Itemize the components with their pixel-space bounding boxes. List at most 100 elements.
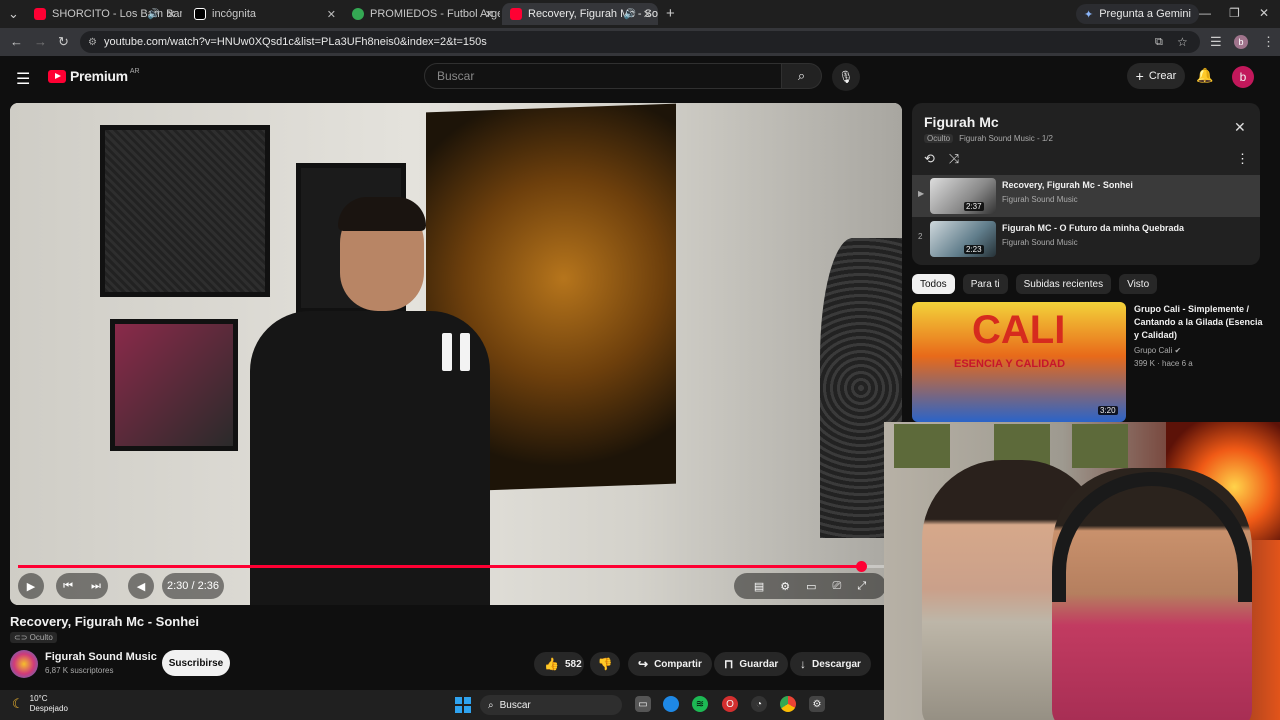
time-display: 2:30 / 2:36 (162, 573, 224, 599)
address-bar[interactable]: ⚙ youtube.com/watch?v=HNUw0XQsd1c&list=P… (80, 31, 1200, 53)
browser-menu-icon[interactable]: ⋮ (1262, 34, 1275, 50)
close-window-icon[interactable]: ✕ (1259, 6, 1269, 20)
search-button[interactable]: ⌕ (782, 63, 822, 89)
like-count: 582 (564, 658, 582, 670)
browser-tab-2[interactable]: incógnita ✕ (186, 3, 342, 25)
playlist-title[interactable]: Figurah Mc (924, 114, 999, 130)
cast-icon[interactable]: ⎚ (833, 580, 842, 593)
close-playlist-icon[interactable]: ✕ (1234, 119, 1246, 136)
settings-gear-icon[interactable]: ⚙ (780, 580, 790, 593)
back-icon[interactable]: ← (10, 34, 23, 49)
share-button[interactable]: ↪ Compartir (628, 652, 712, 676)
profile-avatar[interactable]: b (1234, 35, 1248, 49)
create-label: Crear (1148, 70, 1177, 82)
app-icon[interactable]: ◔ (751, 696, 767, 712)
browser-toolbar: ← → ↻ ⚙ youtube.com/watch?v=HNUw0XQsd1c&… (0, 28, 1280, 56)
recommendation-channel[interactable]: Grupo Cali ✔ (1134, 346, 1181, 355)
loop-icon[interactable]: ⟲ (924, 151, 935, 167)
create-button[interactable]: + Crear (1127, 63, 1185, 89)
download-button[interactable]: ↓ Descargar (790, 652, 871, 676)
windows-start-icon[interactable] (455, 697, 471, 713)
youtube-logo[interactable]: Premium AR (48, 68, 140, 84)
opera-icon[interactable]: O (722, 696, 738, 712)
edge-icon[interactable] (663, 696, 679, 712)
taskbar-search[interactable]: ⌕ Buscar (480, 695, 622, 715)
search-input[interactable]: Buscar (424, 63, 782, 89)
playlist-item[interactable]: 2 2:23 Figurah MC - O Futuro da minha Qu… (912, 218, 1260, 260)
thumbs-down-icon: 👎 (597, 657, 613, 671)
restore-icon[interactable]: ❐ (1229, 6, 1240, 20)
plus-icon: + (1135, 68, 1144, 84)
tab-list-icon[interactable]: ⌄ (8, 6, 19, 22)
save-button[interactable]: ⊓ Guardar (714, 652, 789, 676)
weather-widget[interactable]: ☾ 10°C Despejado (12, 694, 68, 714)
recommendation-title[interactable]: Grupo Cali - Simplemente / Cantando a la… (1134, 303, 1268, 342)
close-tab-icon[interactable]: ✕ (167, 8, 176, 21)
progress-bar[interactable] (18, 561, 894, 572)
browser-tab-4-active[interactable]: Recovery, Figurah Mc - Son 🔊 ✕ (502, 3, 658, 25)
recommendation-meta: 399 K · hace 6 a (1134, 359, 1193, 368)
playlist-item-index: 2 (918, 232, 923, 241)
like-button[interactable]: 👍 582 (534, 652, 584, 676)
gemini-button[interactable]: ✦ Pregunta a Gemini (1076, 4, 1199, 24)
new-tab-icon[interactable]: + (666, 5, 675, 22)
channel-avatar[interactable] (10, 650, 38, 678)
chip-todos[interactable]: Todos (912, 274, 955, 294)
voice-search-button[interactable]: 🎙 (832, 63, 860, 91)
browser-tab-1[interactable]: SHORCITO - Los Bam Band 🔊 ✕ (26, 3, 182, 25)
audio-icon[interactable]: 🔊 (148, 9, 160, 20)
playlist-owner-position: Figurah Sound Music - 1/2 (959, 134, 1053, 143)
chip-subidas-recientes[interactable]: Subidas recientes (1015, 274, 1112, 294)
reading-list-icon[interactable]: ☰ (1210, 34, 1222, 50)
reload-icon[interactable]: ↻ (58, 34, 69, 50)
chrome-icon[interactable] (780, 696, 796, 712)
close-tab-icon[interactable]: ✕ (327, 8, 336, 21)
video-player[interactable]: ▶ ⏮ ⏭ ◀ 2:30 / 2:36 ▤ ⚙ ▭ ⎚ ⤢ (10, 103, 902, 605)
subscriber-count: 6,87 K suscriptores (45, 666, 114, 675)
miniplayer-icon[interactable]: ▭ (806, 580, 816, 593)
playlist-item[interactable]: ▶ 2:37 Recovery, Figurah Mc - Sonhei Fig… (912, 175, 1260, 217)
video-title: Recovery, Figurah Mc - Sonhei (10, 614, 200, 629)
pause-overlay-icon[interactable] (442, 333, 472, 371)
bookmark-star-icon[interactable]: ☆ (1177, 35, 1188, 49)
settings-gear-icon[interactable]: ⚙ (809, 696, 825, 712)
subtitles-icon[interactable]: ▤ (754, 580, 764, 593)
close-tab-icon[interactable]: ✕ (485, 8, 494, 21)
chip-visto[interactable]: Visto (1119, 274, 1158, 294)
playlist-subtitle: Oculto Figurah Sound Music - 1/2 (924, 134, 1053, 143)
forward-icon[interactable]: → (34, 34, 47, 49)
fullscreen-icon[interactable]: ⤢ (857, 580, 866, 593)
youtube-play-icon (48, 69, 66, 83)
windows-taskbar: ☾ 10°C Despejado ⌕ Buscar ▭ ≋ O ◔ ⚙ (0, 690, 884, 720)
audio-icon[interactable]: 🔊 (624, 9, 636, 20)
shuffle-icon[interactable]: ⤨ (949, 151, 959, 167)
dislike-button[interactable]: 👎 (590, 652, 620, 676)
playlist-thumbnail (930, 178, 996, 214)
channel-name[interactable]: Figurah Sound Music (45, 651, 157, 663)
play-icon: ▶ (26, 580, 36, 593)
account-avatar[interactable]: b (1232, 66, 1254, 88)
playlist-menu-icon[interactable]: ⋮ (1236, 151, 1249, 167)
spotify-icon[interactable]: ≋ (692, 696, 708, 712)
volume-button[interactable]: ◀ (128, 573, 154, 599)
microphone-icon: 🎙 (838, 70, 854, 84)
site-info-icon[interactable]: ⚙ (88, 37, 97, 48)
duration-badge: 3:20 (1098, 406, 1118, 415)
play-button[interactable]: ▶ (18, 573, 44, 599)
next-icon[interactable]: ⏭ (91, 580, 101, 593)
gemini-label: Pregunta a Gemini (1099, 8, 1191, 20)
install-app-icon[interactable]: ⧉ (1155, 36, 1163, 49)
webcam-overlay (884, 422, 1280, 720)
playlist-item-title: Figurah MC - O Futuro da minha Quebrada (1002, 223, 1185, 233)
chip-para-ti[interactable]: Para ti (962, 274, 1008, 294)
menu-icon[interactable]: ☰ (16, 69, 30, 89)
minimize-icon[interactable]: — (1199, 6, 1211, 20)
task-view-icon[interactable]: ▭ (635, 696, 651, 712)
recommendation-thumbnail[interactable]: CALI ESENCIA Y CALIDAD 3:20 (912, 302, 1126, 422)
playlist-panel: Figurah Mc Oculto Figurah Sound Music - … (912, 103, 1260, 265)
subscribe-button[interactable]: Suscribirse (162, 650, 230, 676)
close-tab-icon[interactable]: ✕ (643, 8, 652, 21)
browser-tab-3[interactable]: PROMIEDOS - Futbol Argentin ✕ (344, 3, 500, 25)
previous-icon[interactable]: ⏮ (63, 580, 73, 593)
notifications-bell-icon[interactable]: 🔔 (1196, 67, 1213, 84)
